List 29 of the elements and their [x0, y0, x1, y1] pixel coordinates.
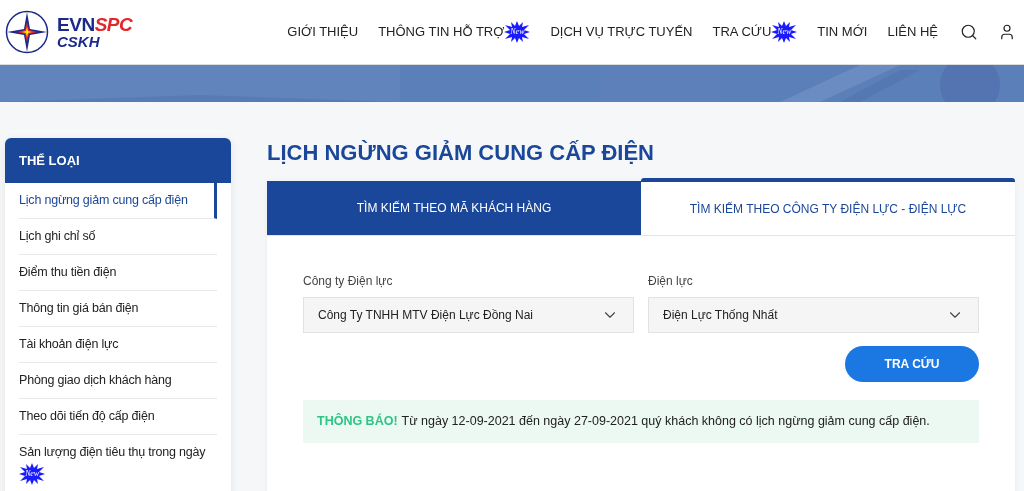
sidebar-item[interactable]: Phòng giao dịch khách hàng [19, 363, 217, 399]
sidebar-item[interactable]: Lịch ghi chỉ số [19, 219, 217, 255]
dropdown-field[interactable]: Công Ty TNHH MTV Điện Lực Đồng Nai [303, 297, 634, 333]
field-label: Điện lực [648, 273, 694, 290]
notice-message: THÔNG BÁO! Từ ngày 12-09-2021 đến ngày 27-09-2021 quý khách không có lịch ngừng giảm cung cấp điện. [303, 400, 979, 443]
sidebar-item[interactable]: Thông tin giá bán điện [19, 291, 217, 327]
nav-link[interactable]: GIỚI THIỆU [287, 22, 359, 42]
page-title: LỊCH NGỪNG GIẢM CUNG CẤP ĐIỆN [267, 139, 655, 167]
sidebar-item[interactable]: Lịch ngừng giảm cung cấp điện [19, 183, 217, 219]
sidebar-item[interactable]: Sản lượng điện tiêu thụ trong ngày New [19, 435, 217, 491]
tab[interactable]: TÌM KIẾM THEO CÔNG TY ĐIỆN LỰC - ĐIỆN LỰC [641, 178, 1015, 235]
new-badge: New [19, 463, 45, 485]
nav-link[interactable]: TRA CỨU New [712, 21, 798, 43]
tab[interactable]: TÌM KIẾM THEO MÃ KHÁCH HÀNG [267, 181, 641, 235]
nav-link[interactable]: LIÊN HỆ [887, 22, 938, 42]
logo-subtitle: CSKH [57, 34, 101, 49]
search-button[interactable]: TRA CỨU [845, 346, 979, 382]
logo-text: EVNSPC [57, 15, 133, 34]
sidebar-item[interactable]: Theo dõi tiến độ cấp điện [19, 399, 217, 435]
nav-link[interactable]: THÔNG TIN HỖ TRỢ New [378, 21, 531, 43]
new-badge: New [771, 21, 798, 43]
dropdown-field[interactable]: Điện Lực Thống Nhất [648, 297, 979, 333]
sidebar-item[interactable]: Điểm thu tiền điện [19, 255, 217, 291]
sidebar-header: THỂ LOẠI [5, 138, 231, 183]
field-label: Công ty Điện lực [303, 273, 394, 290]
new-badge: New [504, 21, 531, 43]
nav-link[interactable]: TIN MỚI [817, 22, 868, 42]
sidebar-item[interactable]: Tài khoản điện lực [19, 327, 217, 363]
nav-link[interactable]: DỊCH VỤ TRỰC TUYẾN [550, 22, 693, 42]
